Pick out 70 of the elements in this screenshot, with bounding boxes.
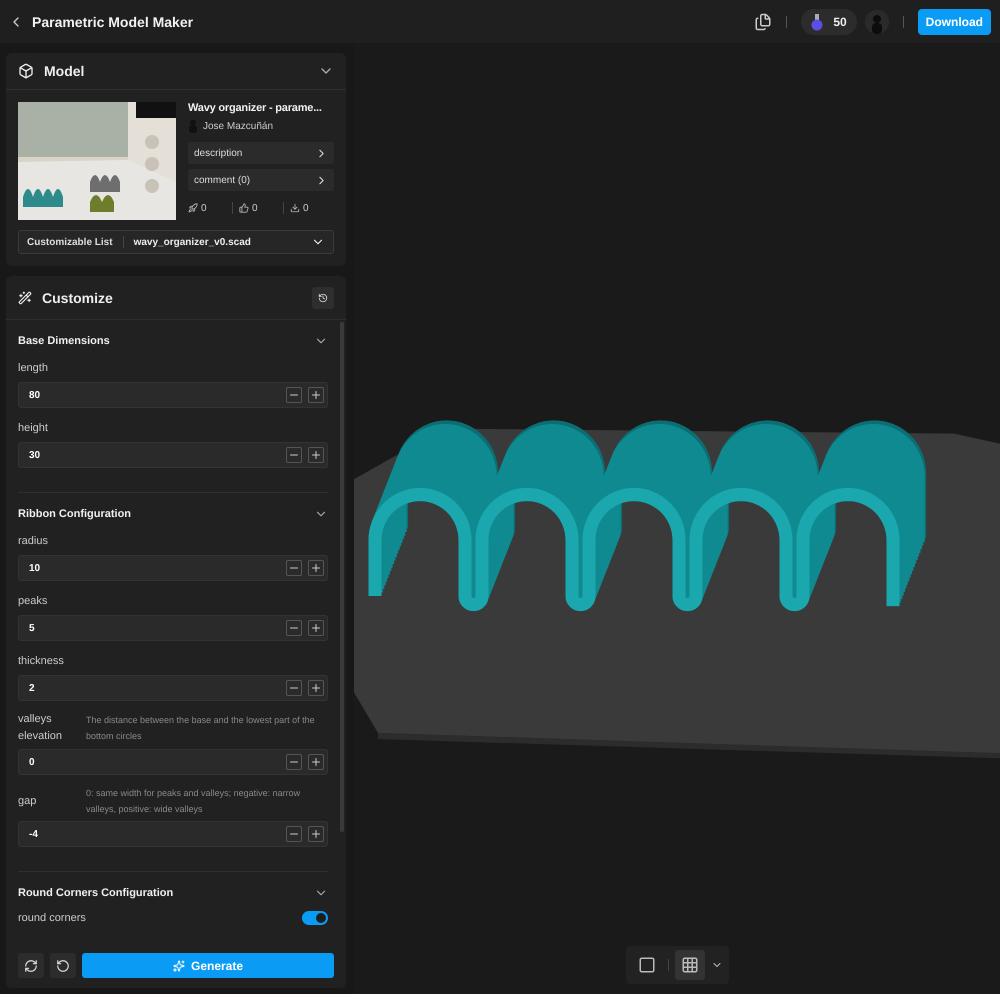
number-field[interactable]: 30 [18, 442, 328, 468]
plus-icon [310, 756, 322, 768]
minus-button[interactable] [286, 680, 302, 696]
panel-title: Customize [42, 290, 114, 306]
reset-button[interactable] [50, 953, 76, 978]
param-label: radius [18, 535, 48, 547]
param-label: peaks [18, 595, 48, 607]
section-header[interactable]: Base Dimensions [18, 332, 328, 350]
file-select[interactable]: Customizable List wavy_organizer_v0.scad [18, 230, 334, 254]
boost-icon [188, 203, 198, 213]
detail-link[interactable]: comment (0) [188, 169, 334, 191]
minus-button[interactable] [286, 620, 302, 636]
number-field[interactable]: 10 [18, 555, 328, 581]
param-label: height [18, 422, 48, 434]
section-header[interactable]: Ribbon Configuration [18, 505, 328, 523]
plus-icon [310, 828, 322, 840]
number-field[interactable]: 0 [18, 749, 328, 775]
sparkle-icon [172, 960, 185, 972]
cube-icon [18, 63, 34, 79]
section-header[interactable]: Round Corners Configuration [18, 884, 328, 902]
minus-button[interactable] [286, 560, 302, 576]
plus-icon [310, 682, 322, 694]
param-label: thickness [18, 655, 64, 667]
plus-icon [310, 622, 322, 634]
grid-icon [680, 956, 698, 974]
minus-button[interactable] [286, 387, 302, 403]
stat-count: 0 [302, 202, 309, 214]
param-label: length [18, 362, 48, 374]
credits-badge[interactable]: 50 [801, 8, 857, 34]
plus-button[interactable] [308, 447, 324, 463]
detail-link[interactable]: description [188, 142, 334, 164]
undo-icon [56, 958, 70, 972]
number-field[interactable]: -4 [18, 821, 328, 847]
toggle-switch[interactable] [302, 911, 328, 925]
app-title: Parametric Model Maker [32, 14, 194, 30]
plus-button[interactable] [308, 754, 324, 770]
param-label: gap [18, 794, 38, 808]
param-description: 0: same width for peaks and valleys; negative: narrow valleys, positive: wide valleys [86, 787, 302, 816]
minus-button[interactable] [286, 447, 302, 463]
square-icon [638, 956, 656, 974]
grid-toggle[interactable] [674, 950, 704, 980]
param-label: valleys elevation [18, 712, 64, 744]
param-label: round corners [18, 912, 86, 924]
number-field[interactable]: 5 [18, 615, 328, 641]
minus-button[interactable] [286, 826, 302, 842]
download-icon [290, 203, 300, 213]
wand-icon [18, 290, 32, 304]
plus-button[interactable] [308, 826, 324, 842]
number-field[interactable]: 80 [18, 382, 328, 408]
plus-icon [310, 389, 322, 401]
potion-icon [809, 12, 826, 30]
param-description: The distance between the base and the lowest part of the bottom circles [86, 714, 316, 743]
plus-button[interactable] [308, 680, 324, 696]
plus-button[interactable] [308, 387, 324, 403]
number-field[interactable]: 2 [18, 675, 328, 701]
author-name[interactable]: Jose Mazcuñán [203, 120, 274, 132]
refresh-icon [24, 958, 38, 972]
plus-button[interactable] [308, 620, 324, 636]
files-icon[interactable] [754, 12, 772, 30]
refresh-button[interactable] [18, 953, 44, 978]
stat-count: 0 [201, 202, 207, 214]
model-name[interactable]: Wavy organizer - parame... [188, 102, 322, 114]
minus-button[interactable] [286, 754, 302, 770]
like-icon [238, 203, 249, 213]
panel-title: Model [44, 63, 86, 79]
plus-button[interactable] [308, 560, 324, 576]
plus-icon [310, 449, 322, 461]
stat-count: 0 [252, 202, 258, 214]
history-button[interactable] [312, 286, 334, 308]
plus-icon [310, 562, 322, 574]
